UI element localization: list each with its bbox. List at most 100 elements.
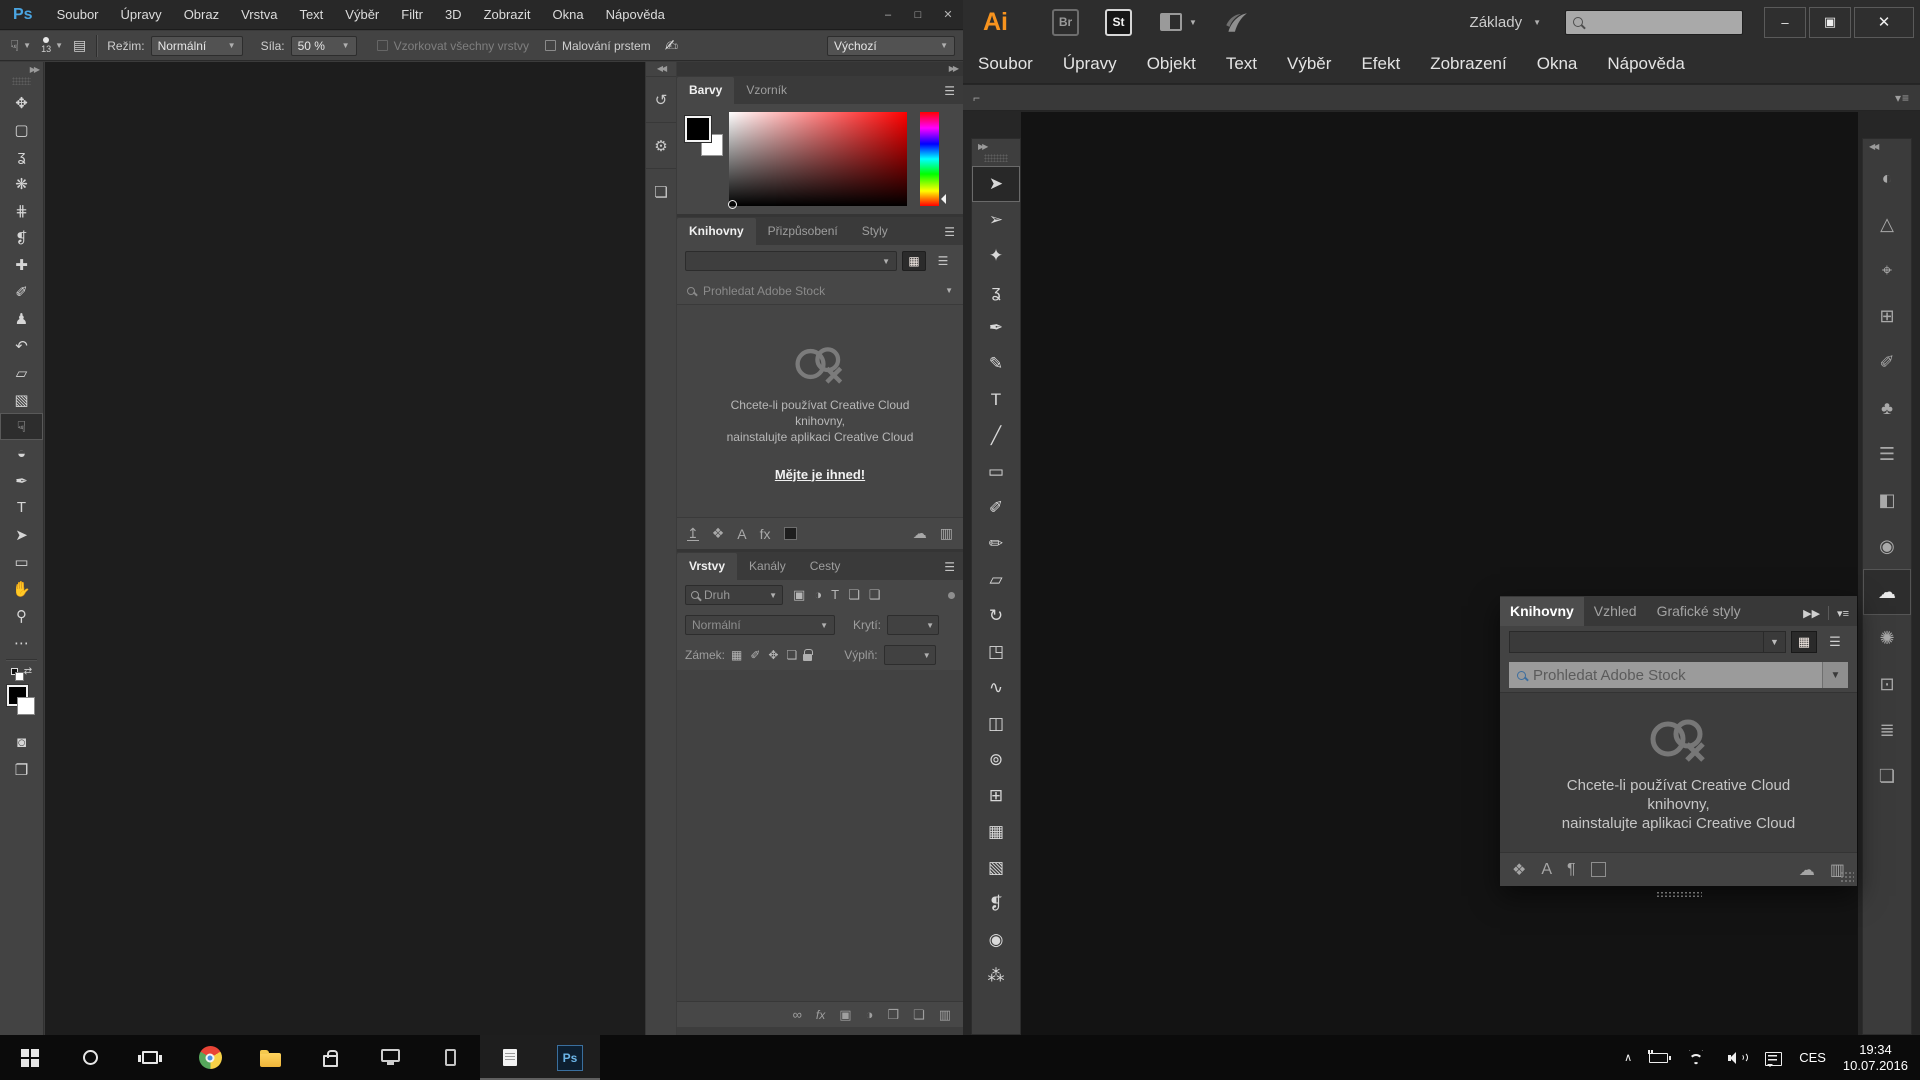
symbols-panel-icon[interactable]: ♣ xyxy=(1863,385,1911,431)
width-tool[interactable]: ∿ xyxy=(972,670,1020,706)
panel-drag-grip[interactable] xyxy=(1656,891,1702,898)
ai-close-button[interactable]: ✕ xyxy=(1854,7,1914,38)
show-hidden-icons-button[interactable]: ∧ xyxy=(1624,1051,1632,1064)
symbol-sprayer-tool[interactable]: ⁂ xyxy=(972,958,1020,994)
ai-menu-item[interactable]: Úpravy xyxy=(1048,54,1132,74)
layer-mask-icon[interactable]: ▣ xyxy=(839,1007,851,1023)
ai-menu-item[interactable]: Nápověda xyxy=(1592,54,1700,74)
tool-preset-picker[interactable]: ☟ ▼ xyxy=(10,37,31,55)
brushes-panel-icon[interactable]: ✐ xyxy=(1863,339,1911,385)
search-button[interactable] xyxy=(60,1035,120,1080)
tab-vzhled[interactable]: Vzhled xyxy=(1584,597,1647,626)
quick-mask-button[interactable]: ◙ xyxy=(0,729,43,756)
swap-colors-icon[interactable]: ⇄ xyxy=(24,666,32,677)
gradient-tool[interactable]: ▧ xyxy=(972,850,1020,886)
lock-transparent-icon[interactable]: ▦ xyxy=(731,648,742,662)
store-button[interactable] xyxy=(300,1035,360,1080)
panel-menu-icon[interactable]: ▾≡ xyxy=(1895,91,1910,105)
layer-style-icon[interactable]: fx xyxy=(816,1008,825,1022)
panel-menu-icon[interactable]: ☰ xyxy=(936,560,963,580)
workspace-select[interactable]: Výchozí ▼ xyxy=(827,36,955,56)
tab-knihovny[interactable]: Knihovny xyxy=(677,218,756,245)
add-character-style-icon[interactable]: A xyxy=(737,526,746,542)
ps-menu-item[interactable]: Soubor xyxy=(46,7,110,22)
delete-layer-icon[interactable]: ▥ xyxy=(939,1007,951,1023)
eraser-tool[interactable]: ▱ xyxy=(0,359,43,386)
shaper-tool[interactable]: ✏ xyxy=(972,526,1020,562)
eraser-tool[interactable]: ▱ xyxy=(972,562,1020,598)
scale-tool[interactable]: ◳ xyxy=(972,634,1020,670)
filter-adjustment-layers-icon[interactable]: ◑ xyxy=(814,587,822,603)
libraries-panel-icon[interactable]: ☁ xyxy=(1863,569,1911,615)
search-options-button[interactable]: ▼ xyxy=(1822,662,1848,688)
shape-builder-tool[interactable]: ⊚ xyxy=(972,742,1020,778)
task-view-button[interactable] xyxy=(120,1035,180,1080)
artboards-panel-icon[interactable]: ❏ xyxy=(1863,753,1911,799)
ai-menu-item[interactable]: Objekt xyxy=(1132,54,1211,74)
eyedropper-tool[interactable]: ❡ xyxy=(972,886,1020,922)
tab-styly[interactable]: Styly xyxy=(850,218,900,245)
link-layers-icon[interactable]: ∞ xyxy=(793,1007,802,1022)
filter-type-layers-icon[interactable]: T xyxy=(831,587,839,603)
filter-smart-objects-icon[interactable]: ❑ xyxy=(869,587,881,603)
add-layer-style-icon[interactable]: fx xyxy=(760,526,771,542)
battery-icon[interactable] xyxy=(1649,1053,1668,1063)
wifi-icon[interactable] xyxy=(1685,1050,1707,1066)
layers-panel-icon[interactable]: ≣ xyxy=(1863,707,1911,753)
hand-tool[interactable]: ✋ xyxy=(0,575,43,602)
ps-menu-item[interactable]: Úpravy xyxy=(110,7,173,22)
finger-paint-checkbox[interactable]: Malování prstem xyxy=(545,39,651,53)
paintbrush-tool[interactable]: ✐ xyxy=(972,490,1020,526)
ps-menu-item[interactable]: Filtr xyxy=(390,7,434,22)
stock-button[interactable]: St xyxy=(1105,9,1132,36)
start-button[interactable] xyxy=(0,1035,60,1080)
volume-icon[interactable] xyxy=(1724,1052,1748,1064)
ai-menu-item[interactable]: Text xyxy=(1211,54,1272,74)
pen-tool[interactable]: ✒ xyxy=(972,310,1020,346)
ai-menu-item[interactable]: Efekt xyxy=(1346,54,1415,74)
add-graphic-icon[interactable]: ❖ xyxy=(712,525,725,542)
foreground-color-swatch[interactable] xyxy=(685,116,711,142)
default-colors-icon[interactable] xyxy=(11,668,18,675)
chrome-button[interactable] xyxy=(180,1035,240,1080)
add-character-style-icon[interactable]: A xyxy=(1541,861,1552,879)
ps-menu-item[interactable]: Výběr xyxy=(334,7,390,22)
selection-tool[interactable]: ➤ xyxy=(972,166,1020,202)
history-panel-icon[interactable]: ↺ xyxy=(646,76,676,122)
rotate-tool[interactable]: ↻ xyxy=(972,598,1020,634)
notepad-button[interactable] xyxy=(480,1035,540,1080)
type-tool[interactable]: T xyxy=(0,494,43,521)
panel-menu-icon[interactable]: ☰ xyxy=(936,225,963,245)
bridge-button[interactable]: Br xyxy=(1052,9,1079,36)
brush-tool[interactable]: ✐ xyxy=(0,278,43,305)
curvature-tool[interactable]: ✎ xyxy=(972,346,1020,382)
opacity-select[interactable]: ▼ xyxy=(887,615,939,635)
crop-tool[interactable]: ⋕ xyxy=(0,197,43,224)
add-color-icon[interactable] xyxy=(784,527,797,540)
layer-blend-select[interactable]: Normální ▼ xyxy=(685,615,835,635)
help-search-input[interactable] xyxy=(1565,10,1743,35)
ps-menu-item[interactable]: Okna xyxy=(542,7,595,22)
quick-selection-tool[interactable]: ❋ xyxy=(0,170,43,197)
edit-toolbar-button[interactable]: ⋯ xyxy=(0,629,43,656)
filter-shape-layers-icon[interactable]: ❏ xyxy=(848,587,860,603)
gpu-performance-icon[interactable] xyxy=(1223,9,1249,35)
dock-expand-button[interactable]: ◀◀ xyxy=(646,62,676,76)
layer-filter-select[interactable]: Druh ▼ xyxy=(685,585,783,605)
free-transform-tool[interactable]: ◫ xyxy=(972,706,1020,742)
stroke-panel-icon[interactable]: ☰ xyxy=(1863,431,1911,477)
add-color-icon[interactable] xyxy=(1591,862,1606,877)
adjustment-layer-icon[interactable]: ◑ xyxy=(866,1007,874,1022)
lock-move-icon[interactable]: ✥ xyxy=(768,648,778,662)
cc-sync-icon[interactable]: ☁ xyxy=(1799,860,1815,880)
sample-all-layers-checkbox[interactable]: Vzorkovat všechny vrstvy xyxy=(377,39,529,53)
ai-maximize-button[interactable]: ▣ xyxy=(1809,7,1851,38)
tab-barvy[interactable]: Barvy xyxy=(677,77,734,104)
perspective-grid-tool[interactable]: ⊞ xyxy=(972,778,1020,814)
resize-grip[interactable] xyxy=(1840,871,1854,883)
grid-view-button[interactable]: ▦ xyxy=(1791,631,1817,653)
ps-canvas[interactable] xyxy=(45,62,645,1035)
eyedropper-tool[interactable]: ❡ xyxy=(0,224,43,251)
file-explorer-button[interactable] xyxy=(240,1035,300,1080)
ps-menu-item[interactable]: Zobrazit xyxy=(473,7,542,22)
